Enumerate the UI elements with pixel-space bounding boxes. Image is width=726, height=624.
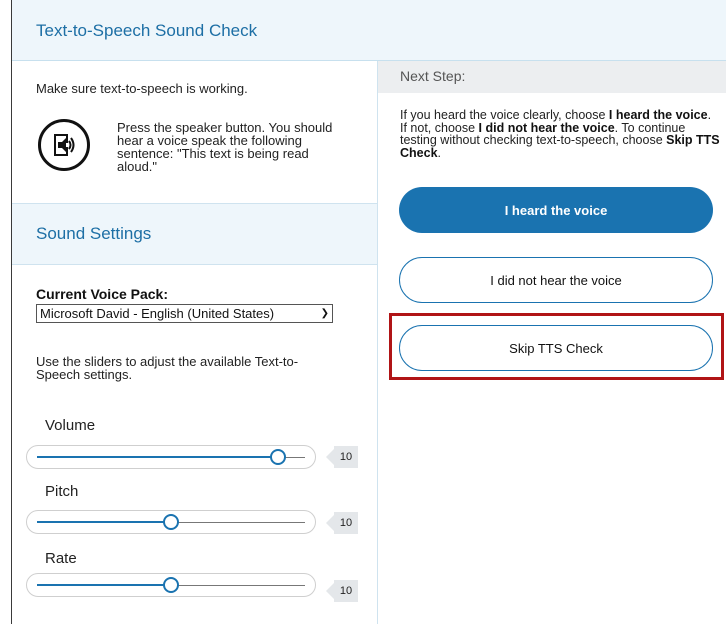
slider-fill xyxy=(37,584,171,586)
tts-sound-check-window: Text-to-Speech Sound Check Make sure tex… xyxy=(11,0,726,624)
rate-label: Rate xyxy=(45,550,77,567)
volume-label: Volume xyxy=(45,417,96,434)
rate-slider[interactable] xyxy=(26,573,316,597)
sound-settings-header: Sound Settings xyxy=(12,203,377,265)
speaker-icon xyxy=(54,134,75,156)
intro-text: Make sure text-to-speech is working. xyxy=(36,81,248,96)
speaker-button[interactable] xyxy=(38,119,90,171)
pitch-value: 10 xyxy=(326,512,358,534)
speaker-instructions: Press the speaker button. You should hea… xyxy=(117,120,333,174)
not-heard-voice-button[interactable]: I did not hear the voice xyxy=(399,257,713,303)
chevron-down-icon: ❯ xyxy=(320,308,329,319)
page-title: Text-to-Speech Sound Check xyxy=(36,21,258,40)
next-step-instructions: If you heard the voice clearly, choose I… xyxy=(400,109,720,159)
slider-thumb[interactable] xyxy=(163,577,179,593)
sound-settings-title: Sound Settings xyxy=(36,224,152,243)
sliders-hint: Use the sliders to adjust the available … xyxy=(36,354,299,382)
volume-slider[interactable] xyxy=(26,445,316,469)
voice-pack-value: Microsoft David - English (United States… xyxy=(40,306,275,321)
next-step-title: Next Step: xyxy=(400,68,466,84)
pitch-label: Pitch xyxy=(45,483,79,500)
slider-thumb[interactable] xyxy=(163,514,179,530)
rate-value: 10 xyxy=(326,580,358,602)
instr-text: . xyxy=(437,145,442,160)
voice-pack-label: Current Voice Pack: xyxy=(36,286,169,302)
slider-fill xyxy=(37,456,279,458)
volume-value: 10 xyxy=(326,446,358,468)
voice-pack-select[interactable]: Microsoft David - English (United States… xyxy=(36,304,333,323)
slider-thumb[interactable] xyxy=(270,449,287,465)
title-bar: Text-to-Speech Sound Check xyxy=(12,0,726,61)
skip-button-highlight xyxy=(389,313,724,380)
next-step-header: Next Step: xyxy=(378,61,726,93)
pitch-slider[interactable] xyxy=(26,510,316,534)
slider-fill xyxy=(37,521,171,523)
heard-voice-button[interactable]: I heard the voice xyxy=(399,187,713,233)
left-panel: Make sure text-to-speech is working. Pre… xyxy=(12,61,378,624)
